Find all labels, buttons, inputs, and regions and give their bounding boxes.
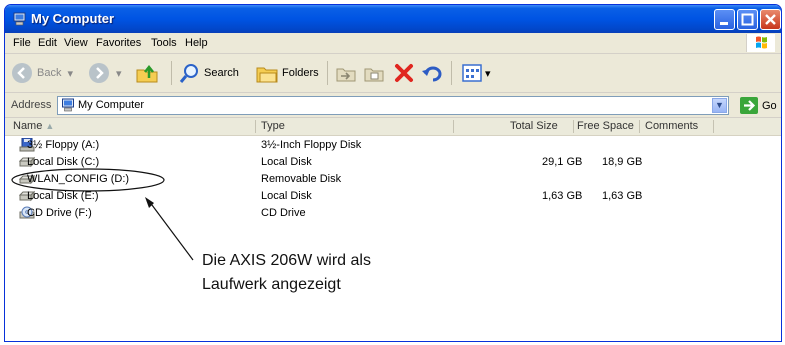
folders-label: Folders xyxy=(282,67,319,79)
menu-favorites[interactable]: Favorites xyxy=(96,37,141,49)
search-icon xyxy=(179,64,198,83)
menu-bar: File Edit View Favorites Tools Help xyxy=(5,33,781,54)
go-arrow-icon xyxy=(740,97,758,114)
up-folder-icon xyxy=(136,64,158,83)
views-icon xyxy=(462,64,482,82)
menu-tools-label: Tools xyxy=(151,37,177,49)
toolbar-separator xyxy=(451,61,452,85)
close-icon xyxy=(765,14,776,25)
annotation-callout xyxy=(11,168,194,261)
windows-logo-icon xyxy=(746,34,775,52)
address-dropdown-icon[interactable]: ▼ xyxy=(712,98,727,113)
menu-edit[interactable]: Edit xyxy=(38,37,57,49)
standard-toolbar: Back ▾ ▾ Search Folders ▾ xyxy=(5,54,781,93)
back-button[interactable]: Back ▾ xyxy=(11,62,73,84)
back-dropdown-icon[interactable]: ▾ xyxy=(67,67,73,80)
toolbar-separator xyxy=(171,61,172,85)
undo-button[interactable] xyxy=(421,62,443,84)
address-field[interactable]: My Computer ▼ xyxy=(57,96,729,115)
minimize-icon xyxy=(720,22,728,25)
move-to-button[interactable] xyxy=(335,62,357,84)
folders-icon xyxy=(256,67,278,83)
menu-edit-label: Edit xyxy=(38,37,57,49)
back-arrow-icon xyxy=(12,63,32,83)
explorer-window: My Computer File Edit View Favorites Too… xyxy=(4,4,782,342)
my-computer-icon xyxy=(13,12,26,26)
up-folder-button[interactable] xyxy=(135,62,159,84)
copy-to-icon xyxy=(364,68,384,82)
address-bar: Address My Computer ▼ Go xyxy=(5,93,781,118)
callout-line xyxy=(148,200,194,261)
menu-favorites-label: Favorites xyxy=(96,37,142,49)
address-label: Address xyxy=(11,99,52,111)
minimize-button[interactable] xyxy=(714,9,735,30)
views-dropdown-icon[interactable]: ▾ xyxy=(485,67,491,80)
title-bar[interactable]: My Computer xyxy=(5,5,781,33)
search-button[interactable]: Search xyxy=(179,62,239,84)
delete-button[interactable] xyxy=(393,62,415,84)
move-to-icon xyxy=(336,68,356,82)
highlight-ellipse xyxy=(11,168,165,192)
go-label: Go xyxy=(762,99,777,112)
back-label: Back xyxy=(37,67,62,79)
menu-view[interactable]: View xyxy=(64,37,88,49)
menu-file[interactable]: File xyxy=(13,37,31,49)
go-button[interactable]: Go xyxy=(740,97,777,114)
toolbar-separator xyxy=(327,61,328,85)
maximize-icon xyxy=(741,13,754,26)
my-computer-icon xyxy=(62,98,74,112)
forward-arrow-icon xyxy=(89,63,109,83)
forward-dropdown-icon[interactable]: ▾ xyxy=(116,67,122,80)
folders-button[interactable]: Folders xyxy=(255,62,319,84)
search-label: Search xyxy=(204,67,239,79)
address-value: My Computer xyxy=(78,99,145,111)
copy-to-button[interactable] xyxy=(363,62,385,84)
annotation-text-line-2: Laufwerk angezeigt xyxy=(202,276,341,293)
maximize-button[interactable] xyxy=(737,9,758,30)
menu-help[interactable]: Help xyxy=(185,37,208,49)
menu-tools[interactable]: Tools xyxy=(151,37,177,49)
window-title: My Computer xyxy=(31,11,115,26)
menu-help-label: Help xyxy=(185,37,208,49)
delete-icon xyxy=(395,64,413,82)
views-button[interactable]: ▾ xyxy=(461,62,491,84)
menu-view-label: View xyxy=(64,37,88,49)
annotation-text-line-1: Die AXIS 206W wird als xyxy=(202,252,371,269)
undo-icon xyxy=(422,66,442,82)
forward-button[interactable]: ▾ xyxy=(88,62,122,84)
file-list-view: Name ▲ Type Total Size Free Space Commen… xyxy=(5,118,781,341)
menu-file-label: File xyxy=(13,37,31,49)
close-button[interactable] xyxy=(760,9,781,30)
